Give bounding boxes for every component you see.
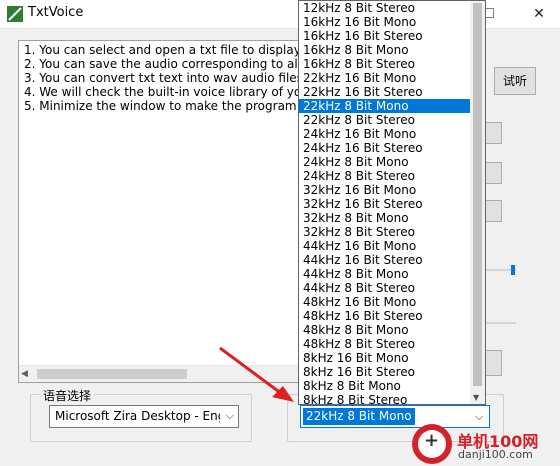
voice-group-label: 语音选择 [40, 387, 95, 404]
dropdown-scrollbar[interactable]: ▼ [470, 1, 485, 404]
dropdown-items: 12kHz 8 Bit Stereo 16kHz 16 Bit Mono 16kHz… [299, 1, 485, 404]
dropdown-option[interactable]: 22kHz 8 Bit Stereo [299, 113, 485, 127]
chevron-down-icon: ⌵ [225, 409, 234, 422]
dropdown-option[interactable]: 44kHz 8 Bit Stereo [299, 281, 485, 295]
dropdown-option[interactable]: 24kHz 8 Bit Mono [299, 155, 485, 169]
app-window: TxtVoice ✕ 1. You can select and open a … [0, 0, 560, 466]
dropdown-option[interactable]: 8kHz 8 Bit Stereo [299, 393, 485, 404]
horizontal-scrollbar[interactable]: ◀ [19, 365, 305, 382]
text-line: 5. Minimize the window to make the progr… [24, 99, 306, 113]
dropdown-option[interactable]: 24kHz 16 Bit Stereo [299, 141, 485, 155]
voice-select[interactable]: Microsoft Zira Desktop - Englis ⌵ [49, 405, 239, 428]
dropdown-option[interactable]: 44kHz 16 Bit Mono [299, 239, 485, 253]
right-button-1[interactable] [486, 122, 502, 144]
dropdown-option[interactable]: 22kHz 16 Bit Stereo [299, 85, 485, 99]
dropdown-option[interactable]: 32kHz 16 Bit Mono [299, 183, 485, 197]
dropdown-option[interactable]: 16kHz 16 Bit Stereo [299, 29, 485, 43]
voice-selected-value: Microsoft Zira Desktop - Englis [55, 409, 220, 423]
format-selected-value: 22kHz 8 Bit Mono [303, 408, 415, 425]
scroll-down-icon[interactable]: ▼ [473, 393, 479, 402]
right-button-2[interactable] [486, 162, 502, 184]
text-line: 2. You can save the audio corresponding … [24, 57, 306, 71]
dropdown-option[interactable]: 22kHz 8 Bit Mono [299, 99, 485, 113]
dropdown-option[interactable]: 16kHz 16 Bit Mono [299, 15, 485, 29]
site-watermark: + 单机100网 danji100.com [412, 424, 560, 466]
dropdown-option[interactable]: 48kHz 8 Bit Mono [299, 323, 485, 337]
dropdown-option[interactable]: 22kHz 16 Bit Mono [299, 71, 485, 85]
dropdown-option[interactable]: 16kHz 8 Bit Stereo [299, 57, 485, 71]
dropdown-option[interactable]: 16kHz 8 Bit Mono [299, 43, 485, 57]
dropdown-option[interactable]: 8kHz 8 Bit Mono [299, 379, 485, 393]
watermark-logo-icon: + [412, 424, 452, 464]
text-line: 1. You can select and open a txt file to… [24, 43, 306, 57]
text-lines: 1. You can select and open a txt file to… [19, 43, 306, 113]
dropdown-option[interactable]: 48kHz 8 Bit Stereo [299, 337, 485, 351]
format-dropdown-list[interactable]: 12kHz 8 Bit Stereo 16kHz 16 Bit Mono 16kHz… [298, 0, 486, 405]
dropdown-option[interactable]: 12kHz 8 Bit Stereo [299, 1, 485, 15]
text-line: 3. You can convert txt text into wav aud… [24, 71, 306, 85]
window-title: TxtVoice [28, 5, 84, 20]
dropdown-option[interactable]: 32kHz 16 Bit Stereo [299, 197, 485, 211]
right-button-4[interactable] [486, 350, 502, 376]
dropdown-option[interactable]: 32kHz 8 Bit Stereo [299, 225, 485, 239]
scroll-left-icon[interactable]: ◀ [21, 369, 28, 379]
dropdown-option[interactable]: 44kHz 8 Bit Mono [299, 267, 485, 281]
listen-button[interactable]: 试听 [494, 67, 536, 95]
horizontal-scroll-thumb[interactable] [37, 369, 187, 379]
chevron-down-icon: ⌵ [474, 410, 484, 423]
dropdown-option[interactable]: 32kHz 8 Bit Mono [299, 211, 485, 225]
dropdown-scroll-thumb[interactable] [473, 3, 482, 386]
text-line: 4. We will check the built-in voice libr… [24, 85, 306, 99]
text-display-area[interactable]: 1. You can select and open a txt file to… [18, 40, 306, 383]
dropdown-option[interactable]: 24kHz 16 Bit Mono [299, 127, 485, 141]
watermark-url: danji100.com [458, 448, 533, 461]
right-button-3[interactable] [486, 200, 502, 222]
dropdown-option[interactable]: 8kHz 16 Bit Mono [299, 351, 485, 365]
app-icon [7, 6, 23, 22]
dropdown-option[interactable]: 48kHz 16 Bit Stereo [299, 309, 485, 323]
rate-slider-track[interactable] [486, 322, 516, 324]
dropdown-option[interactable]: 24kHz 8 Bit Stereo [299, 169, 485, 183]
close-button[interactable]: ✕ [523, 4, 555, 24]
dropdown-option[interactable]: 8kHz 16 Bit Stereo [299, 365, 485, 379]
dropdown-option[interactable]: 44kHz 16 Bit Stereo [299, 253, 485, 267]
dropdown-option[interactable]: 48kHz 16 Bit Mono [299, 295, 485, 309]
volume-slider-thumb[interactable] [511, 265, 515, 275]
